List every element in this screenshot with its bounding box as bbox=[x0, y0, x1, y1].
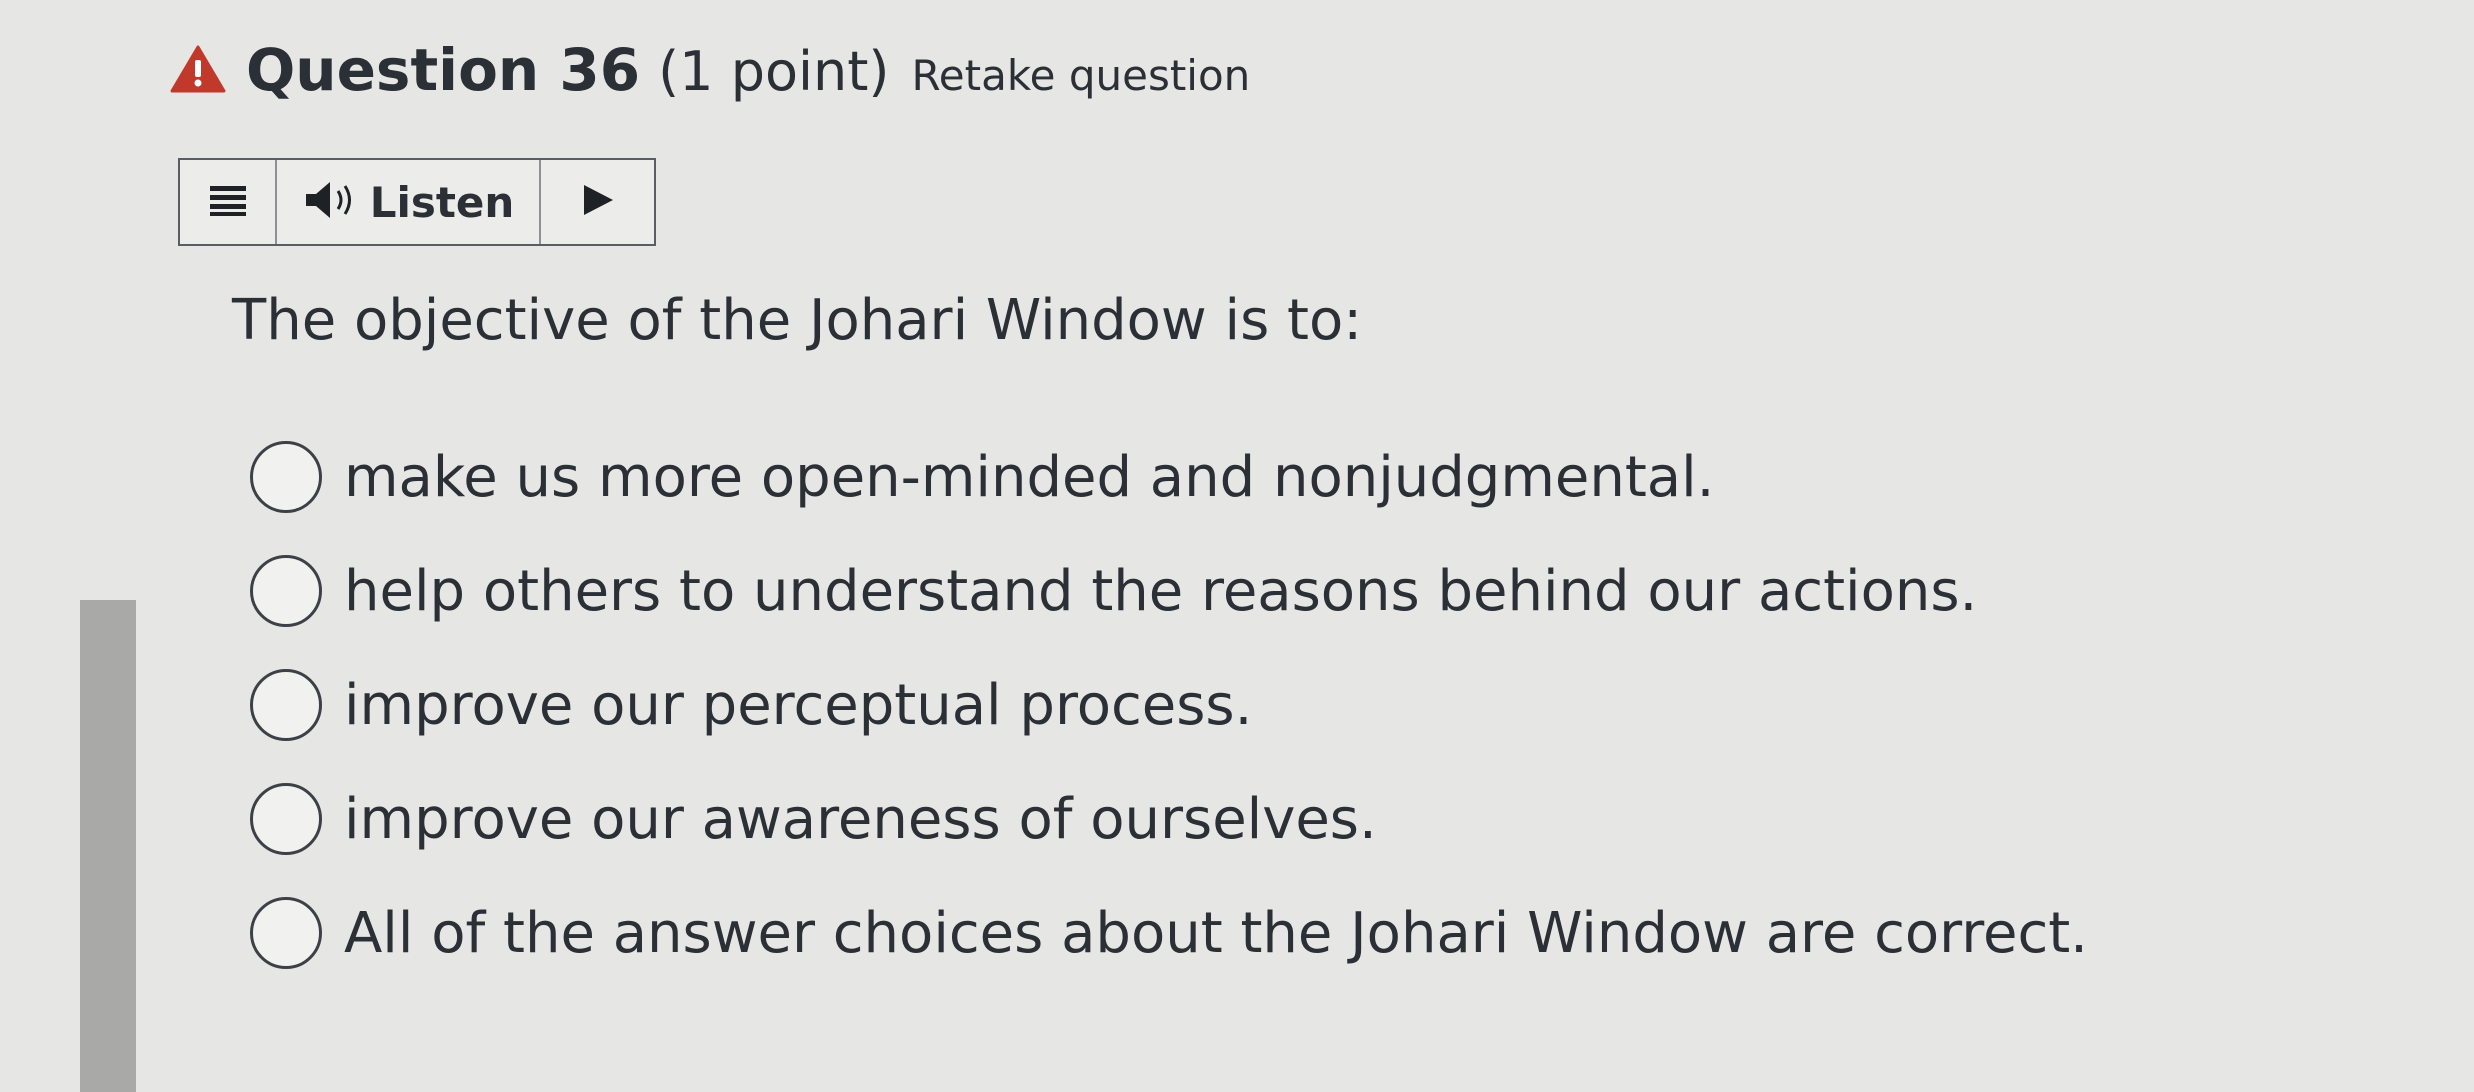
answer-option[interactable]: improve our perceptual process. bbox=[250, 668, 2088, 742]
warning-triangle-icon bbox=[170, 44, 226, 94]
listen-button[interactable]: Listen bbox=[277, 160, 541, 244]
radio-button[interactable] bbox=[250, 555, 322, 627]
radio-button[interactable] bbox=[250, 669, 322, 741]
answer-option[interactable]: All of the answer choices about the Joha… bbox=[250, 896, 2088, 970]
retake-question-link[interactable]: Retake question bbox=[911, 51, 1250, 100]
answer-option[interactable]: help others to understand the reasons be… bbox=[250, 554, 2088, 628]
question-header: Question 36 (1 point) Retake question bbox=[170, 36, 1250, 104]
play-icon bbox=[580, 182, 616, 222]
read-aloud-toolbar: Listen bbox=[178, 158, 656, 246]
answer-option[interactable]: make us more open-minded and nonjudgment… bbox=[250, 440, 2088, 514]
menu-lines-icon bbox=[208, 180, 248, 224]
question-prompt: The objective of the Johari Window is to… bbox=[232, 288, 1363, 353]
speaker-icon bbox=[302, 178, 358, 226]
question-points: (1 point) bbox=[658, 40, 890, 103]
option-label: help others to understand the reasons be… bbox=[344, 558, 1978, 624]
option-label: make us more open-minded and nonjudgment… bbox=[344, 444, 1715, 510]
option-label: All of the answer choices about the Joha… bbox=[344, 900, 2088, 966]
toolbar-menu-button[interactable] bbox=[180, 160, 277, 244]
left-scroll-bar bbox=[80, 600, 136, 1092]
play-button[interactable] bbox=[541, 160, 654, 244]
radio-button[interactable] bbox=[250, 441, 322, 513]
option-label: improve our awareness of ourselves. bbox=[344, 786, 1377, 852]
option-label: improve our perceptual process. bbox=[344, 672, 1253, 738]
question-title: Question 36 bbox=[246, 36, 641, 104]
listen-label: Listen bbox=[369, 177, 515, 227]
radio-button[interactable] bbox=[250, 783, 322, 855]
answer-option[interactable]: improve our awareness of ourselves. bbox=[250, 782, 2088, 856]
radio-button[interactable] bbox=[250, 897, 322, 969]
answer-options: make us more open-minded and nonjudgment… bbox=[250, 440, 2088, 1010]
